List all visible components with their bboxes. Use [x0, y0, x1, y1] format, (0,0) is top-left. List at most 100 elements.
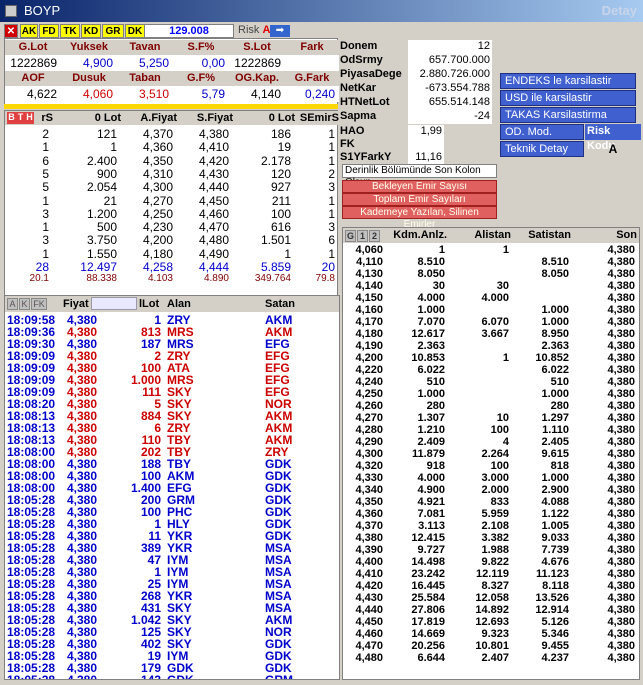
depth-cell: 1 [42, 220, 49, 235]
trade-row[interactable]: 18:05:28 4,380 1 IYM MSA [5, 565, 339, 579]
volume-header-cell: Son [616, 229, 637, 241]
volume-cell: 833 [490, 496, 509, 508]
summary-value [285, 55, 339, 71]
trade-row[interactable]: 18:08:13 4,380 110 TBY AKM [5, 433, 339, 447]
trade-row[interactable]: 18:05:28 4,380 47 IYM MSA [5, 553, 339, 567]
toolbar-button-fd[interactable]: FD [39, 24, 59, 38]
depth-cell: 3 [328, 220, 335, 235]
depth-cell: 120 [270, 166, 291, 181]
trade-row[interactable]: 18:09:30 4,380 187 MRS EFG [5, 337, 339, 351]
toolbar-button-dk[interactable]: DK [125, 24, 145, 38]
trade-row[interactable]: 18:05:28 4,380 19 IYM GDK [5, 649, 339, 663]
trade-row[interactable]: 18:09:09 4,380 2 ZRY EFG [5, 349, 339, 363]
volume-cell: 1.988 [481, 544, 509, 556]
depth-cell: 1 [328, 153, 335, 168]
trade-row[interactable]: 18:05:28 4,380 1.042 SKY AKM [5, 613, 339, 627]
trades-tab-a[interactable]: A [7, 298, 18, 310]
volume-row: 4,290 2.409 4 2.405 4,380 [343, 436, 639, 448]
volume-cell: 13.526 [535, 592, 569, 604]
right-button-1[interactable]: USD ile karsilastir [500, 90, 636, 106]
volume-cell: 1.210 [417, 424, 445, 436]
volume-cell: 4,380 [607, 352, 635, 364]
trade-row[interactable]: 18:08:20 4,380 5 SKY NOR [5, 397, 339, 411]
toolbar-button-ak[interactable]: AK [20, 24, 38, 38]
trade-row[interactable]: 18:08:00 4,380 202 TBY ZRY [5, 445, 339, 459]
depth-cell: 1 [110, 140, 117, 155]
trade-row[interactable]: 18:05:28 4,380 143 GDK GRM [5, 673, 339, 679]
info-row: HAO 1,99 [340, 125, 492, 139]
trade-row[interactable]: 18:09:09 4,380 111 SKY EFG [5, 385, 339, 399]
depth-tab-b[interactable]: B [7, 112, 16, 124]
trade-row[interactable]: 18:05:28 4,380 200 GRM GDK [5, 493, 339, 507]
volume-cell: 4,440 [355, 604, 383, 616]
trade-row[interactable]: 18:05:28 4,380 100 PHC GDK [5, 505, 339, 519]
volume-cell: 2.363 [541, 340, 569, 352]
summary-header: Yuksek [61, 40, 117, 55]
emir-button-2[interactable]: Kademeye Yazılan, Silinen Emirler [342, 206, 497, 230]
volume-cell: 4,380 [607, 556, 635, 568]
volume-cell: 1.307 [417, 412, 445, 424]
trades-filter-input[interactable] [91, 297, 137, 310]
toolbar-button-gr[interactable]: GR [102, 24, 124, 38]
derinlik-option[interactable]: Derinlik Bölümünde Son Kolon Olsun [342, 164, 497, 188]
right-button-4[interactable]: Teknik Detay [500, 141, 584, 157]
volume-tab-G[interactable]: G [345, 230, 356, 242]
depth-tab-h[interactable]: H [25, 112, 34, 124]
trade-row[interactable]: 18:09:58 4,380 1 ZRY AKM [5, 313, 339, 327]
trade-row[interactable]: 18:05:28 4,380 125 SKY NOR [5, 625, 339, 639]
depth-tab-t[interactable]: T [16, 112, 25, 124]
trade-row[interactable]: 18:05:28 4,380 1 HLY GDK [5, 517, 339, 531]
volume-cell: 7.739 [541, 544, 569, 556]
trade-row[interactable]: 18:05:28 4,380 402 SKY GDK [5, 637, 339, 651]
toolbar-button-kd[interactable]: KD [81, 24, 101, 38]
volume-row: 4,300 11.879 2.264 9.615 4,380 [343, 448, 639, 460]
volume-tab-1[interactable]: 1 [357, 230, 368, 242]
trade-row[interactable]: 18:09:09 4,380 1.000 MRS EFG [5, 373, 339, 387]
volume-cell: 2.405 [541, 436, 569, 448]
info-row: HTNetLot 655.514.148 [340, 96, 492, 110]
trades-tab-fk[interactable]: FK [31, 298, 47, 310]
trade-row[interactable]: 18:08:00 4,380 188 TBY GDK [5, 457, 339, 471]
trade-row[interactable]: 18:05:28 4,380 25 IYM MSA [5, 577, 339, 591]
trade-row[interactable]: 18:08:13 4,380 884 SKY AKM [5, 409, 339, 423]
volume-cell: 2.363 [417, 340, 445, 352]
arrow-right-icon[interactable]: ➡ [270, 25, 290, 37]
trade-row[interactable]: 18:08:00 4,380 100 AKM GDK [5, 469, 339, 483]
depth-cell: 1 [284, 246, 291, 261]
volume-row: 4,420 16.445 8.327 8.118 4,380 [343, 580, 639, 592]
trade-row[interactable]: 18:05:28 4,380 11 YKR GDK [5, 529, 339, 543]
volume-cell: 4,160 [355, 304, 383, 316]
close-icon[interactable]: ✕ [4, 24, 18, 38]
volume-cell: 510 [426, 376, 445, 388]
right-button-0[interactable]: ENDEKS le karsilastir [500, 73, 636, 89]
detay-label[interactable]: Detay [602, 3, 637, 18]
trades-tab-k[interactable]: K [19, 298, 30, 310]
summary-header: OG.Kap. [229, 71, 285, 86]
trade-row[interactable]: 18:09:09 4,380 100 ATA EFG [5, 361, 339, 375]
trade-row[interactable]: 18:05:28 4,380 179 GDK GDK [5, 661, 339, 675]
summary-header: Fark [285, 40, 339, 55]
range-bar [4, 104, 338, 109]
volume-cell: 4,430 [355, 592, 383, 604]
toolbar-button-tk[interactable]: TK [60, 24, 80, 38]
depth-total-cell: 20 [321, 260, 335, 274]
right-button-2[interactable]: TAKAS Karsilastirma [500, 107, 636, 123]
volume-cell: 2.900 [541, 484, 569, 496]
volume-tab-2[interactable]: 2 [369, 230, 380, 242]
info-value: -24 [408, 110, 492, 124]
depth-cell: 4,470 [198, 220, 229, 235]
price-field[interactable]: 129.008 [144, 24, 234, 38]
trade-row[interactable]: 18:08:13 4,380 6 ZRY AKM [5, 421, 339, 435]
right-button-3[interactable]: OD. Mod. [500, 124, 584, 140]
summary-header: Taban [117, 71, 173, 86]
trade-row[interactable]: 18:05:28 4,380 389 YKR MSA [5, 541, 339, 555]
emir-button-0[interactable]: Bekleyen Emir Sayısı [342, 180, 497, 193]
emir-button-1[interactable]: Toplam Emir Sayıları [342, 193, 497, 206]
volume-cell: 4,380 [607, 292, 635, 304]
trade-row[interactable]: 18:05:28 4,380 268 YKR MSA [5, 589, 339, 603]
trade-row[interactable]: 18:05:28 4,380 431 SKY MSA [5, 601, 339, 615]
trade-row[interactable]: 18:08:00 4,380 1.400 EFG GDK [5, 481, 339, 495]
volume-row: 4,150 4.000 4.000 4,380 [343, 292, 639, 304]
volume-cell: 4.676 [541, 556, 569, 568]
trade-row[interactable]: 18:09:36 4,380 813 MRS AKM [5, 325, 339, 339]
